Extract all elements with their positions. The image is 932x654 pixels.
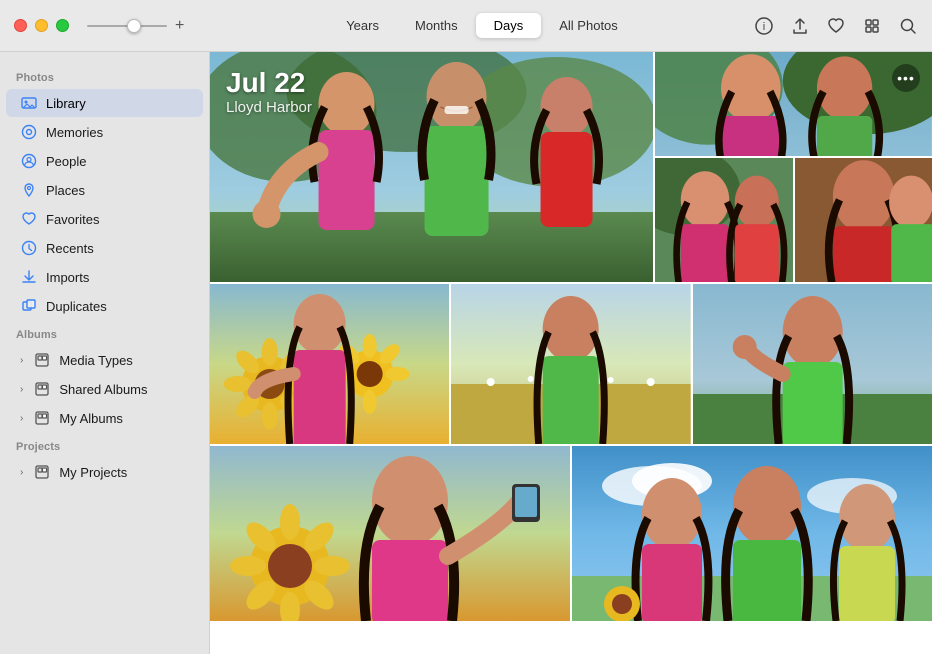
favorites-label: Favorites — [46, 212, 99, 227]
close-button[interactable] — [14, 19, 27, 32]
photo-row-3 — [210, 446, 932, 621]
day-header-location: Lloyd Harbor — [226, 99, 312, 116]
photo-main-large[interactable]: Jul 22 Lloyd Harbor — [210, 52, 653, 282]
sidebar-item-people[interactable]: People — [6, 147, 203, 175]
places-label: Places — [46, 183, 85, 198]
photo-field[interactable] — [451, 284, 690, 444]
photo-top-right[interactable]: ••• — [655, 52, 932, 156]
recents-icon — [20, 239, 38, 257]
sidebar-item-my-albums[interactable]: › My Albums — [6, 404, 203, 432]
library-icon — [20, 94, 38, 112]
photo-bottom-right-2[interactable] — [795, 158, 932, 282]
minimize-button[interactable] — [35, 19, 48, 32]
my-albums-label: My Albums — [59, 411, 123, 426]
sidebar-item-memories[interactable]: Memories — [6, 118, 203, 146]
heart-icon[interactable] — [826, 16, 846, 36]
imports-label: Imports — [46, 270, 89, 285]
memories-icon — [20, 123, 38, 141]
my-projects-chevron-icon: › — [20, 467, 23, 478]
duplicates-label: Duplicates — [46, 299, 107, 314]
shared-albums-label: Shared Albums — [59, 382, 147, 397]
sidebar-item-duplicates[interactable]: Duplicates — [6, 292, 203, 320]
info-icon[interactable]: i — [754, 16, 774, 36]
people-label: People — [46, 154, 86, 169]
sidebar-section-photos: Photos — [0, 64, 209, 88]
sidebar-item-places[interactable]: Places — [6, 176, 203, 204]
photo-row-2 — [210, 284, 932, 444]
sidebar-section-projects: Projects — [0, 433, 209, 457]
photo-outdoor-phone[interactable] — [693, 284, 932, 444]
shared-albums-chevron-icon: › — [20, 384, 23, 395]
sidebar-item-shared-albums[interactable]: › Shared Albums — [6, 375, 203, 403]
my-albums-icon — [33, 409, 51, 427]
memories-label: Memories — [46, 125, 103, 140]
sidebar-item-library[interactable]: Library — [6, 89, 203, 117]
sidebar-item-my-projects[interactable]: › My Projects — [6, 458, 203, 486]
traffic-lights: + — [0, 17, 210, 35]
favorites-icon — [20, 210, 38, 228]
photo-selfie-sunflower[interactable] — [210, 446, 570, 621]
day-header: Jul 22 Lloyd Harbor — [226, 68, 312, 116]
library-label: Library — [46, 96, 86, 111]
tab-years[interactable]: Years — [328, 13, 397, 38]
photo-sunflowers[interactable] — [210, 284, 449, 444]
content-area: Jul 22 Lloyd Harbor — [210, 52, 932, 654]
main-layout: Photos Library Memories — [0, 52, 932, 654]
sidebar-item-favorites[interactable]: Favorites — [6, 205, 203, 233]
svg-text:i: i — [763, 21, 765, 33]
people-icon — [20, 152, 38, 170]
media-types-icon — [33, 351, 51, 369]
sidebar-section-albums: Albums — [0, 321, 209, 345]
sidebar-item-recents[interactable]: Recents — [6, 234, 203, 262]
titlebar: + Years Months Days All Photos i — [0, 0, 932, 52]
shared-albums-icon — [33, 380, 51, 398]
places-icon — [20, 181, 38, 199]
imports-icon — [20, 268, 38, 286]
square-crop-icon[interactable] — [862, 16, 882, 36]
my-projects-label: My Projects — [59, 465, 127, 480]
photo-row1-right: ••• — [655, 52, 932, 282]
nav-tabs-container: Years Months Days All Photos — [210, 13, 754, 38]
photos-container: Jul 22 Lloyd Harbor — [210, 52, 932, 621]
share-icon[interactable] — [790, 16, 810, 36]
photo-row1-bottom-right — [655, 158, 932, 282]
photo-bottom-right-1[interactable] — [655, 158, 792, 282]
tab-all-photos[interactable]: All Photos — [541, 13, 636, 38]
my-albums-chevron-icon: › — [20, 413, 23, 424]
my-projects-icon — [33, 463, 51, 481]
duplicates-icon — [20, 297, 38, 315]
maximize-button[interactable] — [56, 19, 69, 32]
sidebar-item-imports[interactable]: Imports — [6, 263, 203, 291]
media-types-chevron-icon: › — [20, 355, 23, 366]
tab-months[interactable]: Months — [397, 13, 476, 38]
zoom-plus-icon[interactable]: + — [175, 17, 184, 35]
tab-days[interactable]: Days — [476, 13, 542, 38]
toolbar-icons: i — [754, 16, 932, 36]
photo-row-1: Jul 22 Lloyd Harbor — [210, 52, 932, 282]
sidebar: Photos Library Memories — [0, 52, 210, 654]
day-header-date: Jul 22 — [226, 68, 312, 99]
zoom-slider[interactable] — [87, 25, 167, 27]
photo-group-blue-sky[interactable] — [572, 446, 932, 621]
nav-tabs: Years Months Days All Photos — [328, 13, 636, 38]
search-icon[interactable] — [898, 16, 918, 36]
media-types-label: Media Types — [59, 353, 132, 368]
recents-label: Recents — [46, 241, 94, 256]
sidebar-item-media-types[interactable]: › Media Types — [6, 346, 203, 374]
more-options-button[interactable]: ••• — [892, 64, 920, 92]
